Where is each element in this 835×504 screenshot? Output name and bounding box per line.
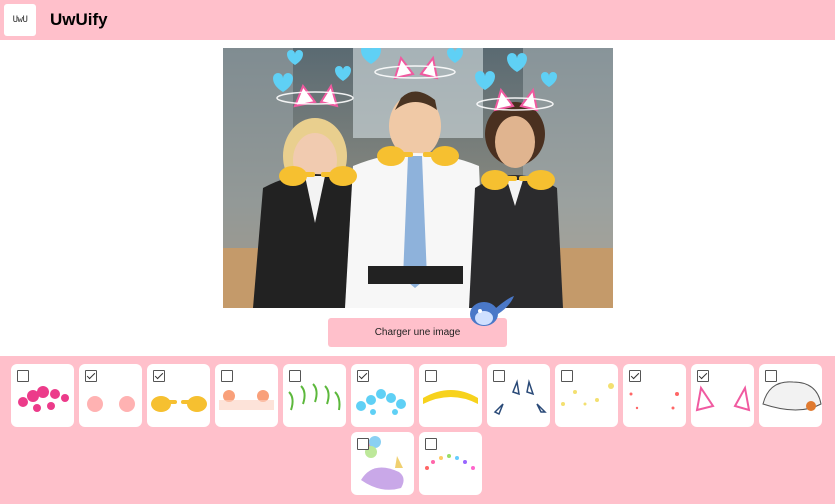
filter-blue-hearts[interactable] — [351, 364, 414, 427]
filter-checkbox[interactable] — [425, 370, 437, 382]
filter-peach-blush[interactable] — [215, 364, 278, 427]
filter-checkbox[interactable] — [493, 370, 505, 382]
filter-cat-ears[interactable] — [691, 364, 754, 427]
filter-sprouts[interactable] — [283, 364, 346, 427]
filter-checkbox[interactable] — [629, 370, 641, 382]
filter-rainbow-dots[interactable] — [419, 432, 482, 495]
preview-photo — [223, 48, 613, 308]
filter-pink-hearts[interactable] — [11, 364, 74, 427]
filter-checkbox[interactable] — [17, 370, 29, 382]
filter-checkbox[interactable] — [357, 370, 369, 382]
filter-checkbox[interactable] — [561, 370, 573, 382]
filter-checkbox[interactable] — [153, 370, 165, 382]
filter-pointing-hands[interactable] — [147, 364, 210, 427]
filter-panel — [0, 356, 835, 504]
filter-blush[interactable] — [79, 364, 142, 427]
filter-flower-crown[interactable] — [419, 364, 482, 427]
filter-checkbox[interactable] — [425, 438, 437, 450]
filter-narwhal-balloons[interactable] — [351, 432, 414, 495]
filter-sparkles[interactable] — [555, 364, 618, 427]
filter-checkbox[interactable] — [85, 370, 97, 382]
app-title: UwUify — [50, 10, 108, 29]
filter-checkbox[interactable] — [221, 370, 233, 382]
filter-sleeping-cat[interactable] — [759, 364, 822, 427]
filter-checkbox[interactable] — [357, 438, 369, 450]
filter-checkbox[interactable] — [765, 370, 777, 382]
mascot-icon — [468, 294, 516, 330]
filter-tear-drops[interactable] — [487, 364, 550, 427]
filter-pink-sparkles[interactable] — [623, 364, 686, 427]
filter-checkbox[interactable] — [697, 370, 709, 382]
filter-checkbox[interactable] — [289, 370, 301, 382]
app-logo: UwU — [4, 4, 36, 36]
app-header: UwU UwUify — [0, 0, 835, 40]
